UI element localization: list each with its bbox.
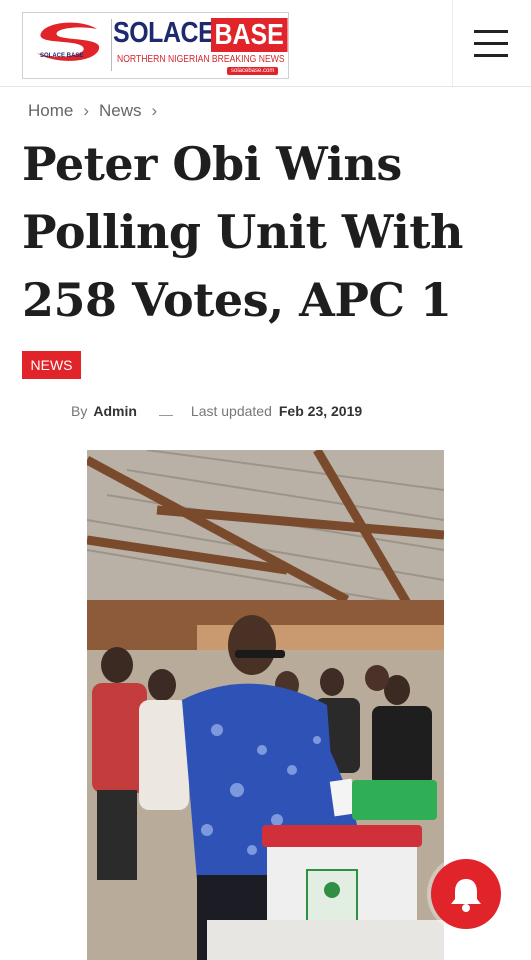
menu-bar bbox=[474, 54, 508, 57]
article-title: Peter Obi Wins Polling Unit With 258 Vot… bbox=[22, 137, 463, 327]
logo-swoosh-icon bbox=[37, 22, 100, 61]
header-divider bbox=[452, 0, 453, 86]
featured-photo-illustration bbox=[87, 450, 444, 960]
logo-tagline: NORTHERN NIGERIAN BREAKING NEWS bbox=[117, 54, 285, 65]
bell-icon bbox=[451, 879, 481, 912]
updated-label: Last updated bbox=[190, 403, 272, 419]
menu-bar bbox=[474, 30, 508, 33]
breadcrumb: Home › News › bbox=[28, 101, 157, 121]
meta-divider bbox=[158, 415, 173, 416]
logo-divider bbox=[111, 19, 112, 71]
logo-base-text: BASE bbox=[211, 18, 288, 52]
logo-mark-text: SOLACE BASE bbox=[40, 53, 84, 59]
updated-date: Feb 23, 2019 bbox=[278, 403, 363, 419]
site-logo[interactable]: SOLACE BASE SOLACE BASE NORTHERN NIGERIA… bbox=[22, 12, 289, 79]
breadcrumb-home[interactable]: Home bbox=[28, 101, 73, 121]
category-badge[interactable]: NEWS bbox=[22, 351, 81, 379]
logo-url: solacebase.com bbox=[227, 67, 279, 75]
hamburger-menu-icon[interactable] bbox=[470, 26, 512, 62]
site-header: SOLACE BASE SOLACE BASE NORTHERN NIGERIA… bbox=[0, 0, 531, 87]
article-meta: By Admin Last updated Feb 23, 2019 bbox=[71, 403, 362, 420]
menu-bar bbox=[474, 42, 508, 45]
author-link[interactable]: Admin bbox=[93, 403, 137, 419]
featured-image bbox=[87, 450, 444, 960]
logo-solace-text: SOLACE bbox=[113, 17, 215, 49]
notification-bell-button[interactable] bbox=[431, 859, 501, 929]
by-label: By bbox=[71, 403, 88, 419]
breadcrumb-news[interactable]: News bbox=[99, 101, 142, 121]
chevron-right-icon: › bbox=[151, 101, 158, 120]
chevron-right-icon: › bbox=[83, 101, 90, 120]
